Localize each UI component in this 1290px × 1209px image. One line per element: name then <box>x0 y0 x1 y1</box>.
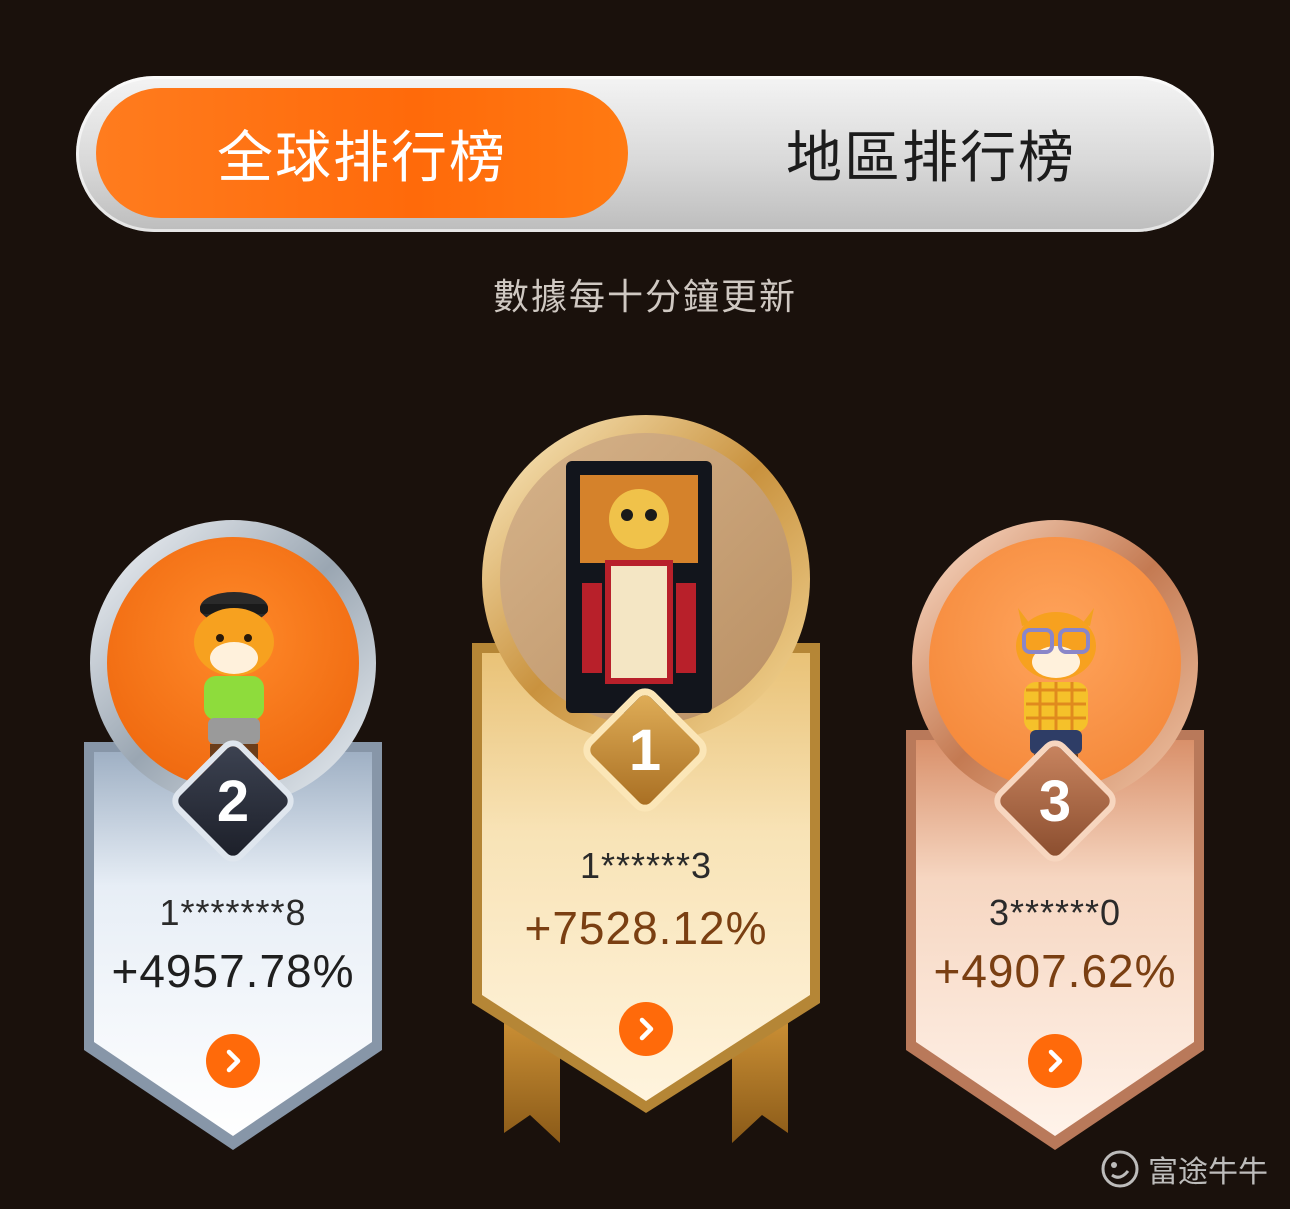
chevron-right-icon <box>226 1049 241 1073</box>
rank-number: 3 <box>1038 769 1072 834</box>
user-id: 1*******8 <box>159 892 307 933</box>
user-id: 1******3 <box>579 845 713 886</box>
chevron-right-icon <box>639 1017 654 1041</box>
return-percentage: +4957.78% <box>111 945 355 997</box>
rank-number: 2 <box>216 769 250 834</box>
podium-card-third[interactable]: 3 3******0 +4907.62% <box>904 520 1206 1152</box>
watermark-text: 富途牛牛 <box>1148 1155 1268 1190</box>
return-percentage: +4907.62% <box>933 945 1177 997</box>
rank-number: 1 <box>628 718 662 783</box>
podium-card-second[interactable]: 2 1*******8 +4957.78% <box>82 520 384 1152</box>
ranking-tab-switch: 全球排行榜 地區排行榜 <box>76 76 1214 232</box>
tab-global-ranking[interactable]: 全球排行榜 <box>96 88 628 218</box>
update-frequency-note: 數據每十分鐘更新 <box>492 277 797 318</box>
view-detail-button[interactable] <box>1028 1034 1082 1088</box>
podium-card-first[interactable]: 1 1******3 +7528.12% <box>470 413 822 1145</box>
chevron-right-icon <box>1048 1049 1063 1073</box>
view-detail-button[interactable] <box>206 1034 260 1088</box>
tab-region-ranking[interactable]: 地區排行榜 <box>666 88 1196 218</box>
watermark: 富途牛牛 <box>1100 1147 1268 1191</box>
view-detail-button[interactable] <box>619 1002 673 1056</box>
user-id: 3******0 <box>988 892 1122 933</box>
futu-logo-icon <box>1101 1150 1139 1188</box>
return-percentage: +7528.12% <box>524 902 768 954</box>
